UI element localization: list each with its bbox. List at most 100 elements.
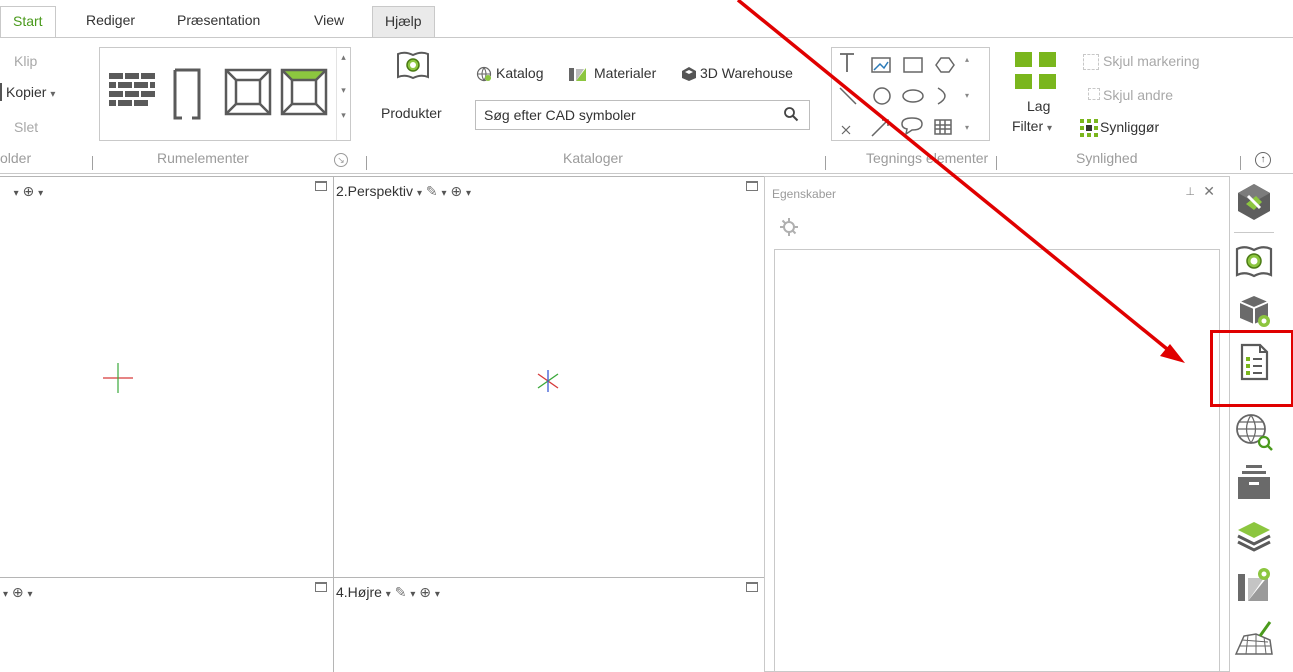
group-separator bbox=[92, 156, 93, 170]
viewport-1-title bbox=[3, 183, 14, 199]
layers-icon[interactable] bbox=[1234, 514, 1274, 554]
tab-hjaelp[interactable]: Hjælp bbox=[372, 6, 435, 38]
scroll-down-icon[interactable]: ▾ bbox=[337, 85, 350, 96]
terrain-edit-icon[interactable] bbox=[1234, 618, 1274, 658]
room-elements-group-label: Rumelementer bbox=[157, 150, 249, 166]
tools-icon[interactable] bbox=[1234, 182, 1274, 222]
gallery-expand-icon[interactable]: ▾ bbox=[337, 110, 350, 121]
layer-filter-icon[interactable] bbox=[1015, 52, 1057, 95]
viewport-right[interactable]: 4.Højre ▾ ✎ ▾ ⊕ ▾ bbox=[333, 577, 765, 672]
tab-view[interactable]: View bbox=[302, 6, 356, 38]
viewport-top-left[interactable]: ▾ ⊕ ▾ bbox=[0, 176, 334, 578]
crosshair-icon: ⊕ bbox=[11, 584, 24, 600]
catalog-button[interactable]: Katalog bbox=[496, 65, 543, 81]
tab-praesentation[interactable]: Præsentation bbox=[165, 6, 272, 38]
properties-panel: Egenskaber ⊥ ✕ bbox=[764, 176, 1230, 672]
window-icon[interactable] bbox=[224, 68, 272, 119]
maximize-icon[interactable] bbox=[746, 582, 758, 592]
svg-text:▴: ▴ bbox=[965, 55, 969, 64]
dialog-launcher-icon[interactable]: ↘ bbox=[334, 153, 348, 167]
svg-text:▾: ▾ bbox=[965, 91, 969, 100]
filter-label: Filter bbox=[1012, 118, 1044, 134]
svg-text:▾: ▾ bbox=[965, 123, 969, 132]
maximize-icon[interactable] bbox=[315, 181, 327, 191]
make-visible-button[interactable]: Synliggør bbox=[1100, 119, 1159, 135]
maximize-icon[interactable] bbox=[746, 181, 758, 191]
filter-dropdown[interactable]: Filter ▾ bbox=[1012, 118, 1052, 134]
collapse-ribbon-icon[interactable]: ↑ bbox=[1255, 152, 1271, 168]
catalogs-group-label: Kataloger bbox=[563, 150, 623, 166]
sidebar-separator bbox=[1234, 232, 1274, 233]
hide-others-button[interactable]: Skjul andre bbox=[1103, 87, 1173, 103]
material-settings-icon[interactable] bbox=[1234, 564, 1274, 604]
product-book-icon[interactable] bbox=[396, 50, 430, 83]
ribbon: Klip Kopier ▾ Slet older ▴ ▾ ▾ Rumelemen… bbox=[0, 37, 1293, 174]
viewport-2-toolbar[interactable]: 2.Perspektiv ▾ ✎ ▾ ⊕ ▾ bbox=[336, 183, 471, 200]
properties-settings-icon[interactable] bbox=[779, 217, 799, 237]
crosshair-icon: ⊕ bbox=[22, 183, 35, 199]
right-sidebar bbox=[1230, 176, 1293, 672]
close-icon[interactable]: ✕ bbox=[1203, 183, 1215, 200]
product-catalog-icon[interactable] bbox=[1234, 240, 1274, 280]
viewport-1-toolbar[interactable]: ▾ ⊕ ▾ bbox=[3, 183, 44, 200]
archive-icon[interactable] bbox=[1234, 462, 1274, 502]
group-separator bbox=[366, 156, 367, 170]
room-icon[interactable] bbox=[280, 68, 328, 119]
materials-button[interactable]: Materialer bbox=[594, 65, 656, 81]
delete-button[interactable]: Slet bbox=[14, 119, 38, 135]
chevron-down-icon: ▾ bbox=[27, 589, 33, 600]
search-icon[interactable] bbox=[783, 106, 799, 125]
layer-label[interactable]: Lag bbox=[1027, 98, 1050, 114]
pencil-icon: ✎ bbox=[425, 183, 438, 199]
products-button[interactable]: Produkter bbox=[381, 105, 442, 121]
viewport-bottom-left[interactable]: ▾ ⊕ ▾ bbox=[0, 577, 334, 672]
properties-content bbox=[774, 249, 1220, 672]
drawing-tools-icon[interactable]: ▴ ▾ ▾ bbox=[832, 48, 977, 140]
package-settings-icon[interactable] bbox=[1234, 290, 1274, 330]
room-elements-gallery: ▴ ▾ ▾ bbox=[99, 47, 351, 141]
chevron-down-icon: ▾ bbox=[434, 589, 440, 600]
warehouse-icon bbox=[681, 66, 697, 85]
chevron-down-icon: ▾ bbox=[416, 188, 422, 199]
properties-title: Egenskaber bbox=[772, 187, 837, 201]
viewport-perspective[interactable]: 2.Perspektiv ▾ ✎ ▾ ⊕ ▾ bbox=[333, 176, 765, 578]
viewport-2-title: 2.Perspektiv bbox=[336, 183, 414, 199]
annotation-highlight-box bbox=[1210, 330, 1293, 407]
globe-icon bbox=[476, 66, 492, 85]
pencil-icon: ✎ bbox=[394, 584, 407, 600]
origin-axes-icon bbox=[103, 363, 133, 393]
drawing-elements-gallery: ▴ ▾ ▾ bbox=[831, 47, 990, 141]
scroll-up-icon[interactable]: ▴ bbox=[337, 52, 350, 63]
hide-others-icon bbox=[1088, 88, 1100, 100]
hide-selection-icon bbox=[1083, 54, 1099, 70]
ribbon-tabs: Start Rediger Præsentation View Hjælp bbox=[0, 0, 1293, 38]
chevron-down-icon: ▾ bbox=[385, 589, 391, 600]
maximize-icon[interactable] bbox=[315, 582, 327, 592]
door-icon[interactable] bbox=[172, 68, 202, 123]
pin-icon[interactable]: ⊥ bbox=[1185, 185, 1195, 198]
gallery-scroll[interactable]: ▴ ▾ ▾ bbox=[336, 48, 350, 140]
crosshair-icon: ⊕ bbox=[419, 584, 431, 600]
viewport-3-toolbar[interactable]: ▾ ⊕ ▾ bbox=[3, 584, 33, 601]
chevron-down-icon: ▾ bbox=[410, 589, 416, 600]
copy-marker bbox=[0, 83, 2, 101]
warehouse-button[interactable]: 3D Warehouse bbox=[700, 65, 793, 81]
cut-button[interactable]: Klip bbox=[14, 53, 37, 69]
tab-start[interactable]: Start bbox=[0, 6, 56, 38]
clipboard-group-label: older bbox=[0, 150, 32, 166]
tab-rediger[interactable]: Rediger bbox=[74, 6, 147, 38]
viewport-4-title: 4.Højre bbox=[336, 584, 382, 600]
crosshair-icon: ⊕ bbox=[450, 183, 463, 199]
web-search-icon[interactable] bbox=[1234, 412, 1274, 452]
viewport-4-toolbar[interactable]: 4.Højre ▾ ✎ ▾ ⊕ ▾ bbox=[336, 584, 440, 601]
hide-selection-button[interactable]: Skjul markering bbox=[1103, 53, 1199, 69]
wall-icon[interactable] bbox=[109, 73, 155, 116]
materials-icon bbox=[568, 66, 588, 85]
cad-search-input[interactable] bbox=[476, 101, 766, 129]
cad-search-box[interactable] bbox=[475, 100, 810, 130]
chevron-down-icon: ▾ bbox=[38, 188, 44, 199]
copy-button[interactable]: Kopier ▾ bbox=[6, 84, 55, 100]
chevron-down-icon: ▾ bbox=[3, 589, 9, 600]
origin-axes-icon bbox=[537, 370, 559, 392]
group-separator bbox=[1240, 156, 1241, 170]
